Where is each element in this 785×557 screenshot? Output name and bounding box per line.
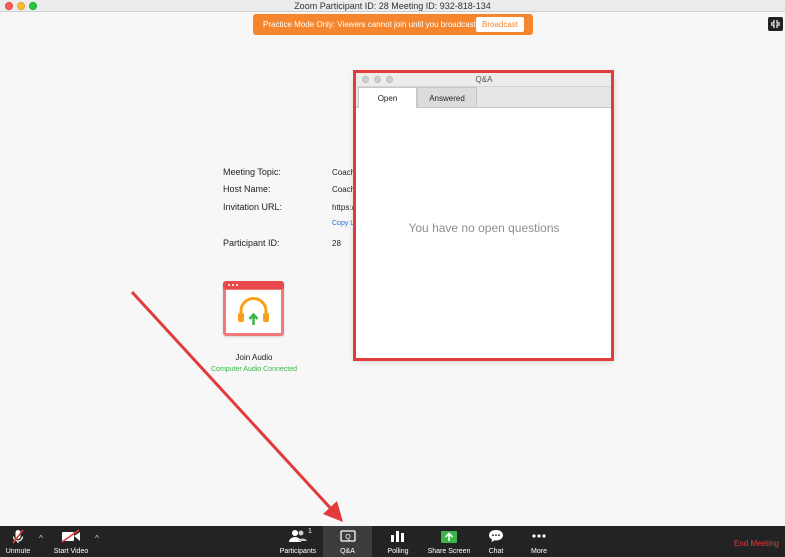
- annotation-arrow: [130, 290, 343, 522]
- microphone-muted-icon: [12, 529, 24, 544]
- unmute-label: Unmute: [5, 548, 31, 555]
- svg-text:Q: Q: [345, 534, 351, 541]
- video-off-icon: [61, 529, 80, 543]
- polling-icon: [391, 531, 404, 542]
- participants-icon: [289, 530, 307, 542]
- audio-options-caret-icon[interactable]: ^: [39, 534, 43, 543]
- more-icon: [532, 534, 546, 538]
- end-meeting-button[interactable]: End Meeting: [734, 539, 779, 548]
- video-options-caret-icon[interactable]: ^: [95, 534, 99, 543]
- more-label: More: [531, 548, 547, 555]
- chat-button[interactable]: Chat: [482, 526, 510, 557]
- participants-count-badge: 1: [308, 528, 312, 535]
- unmute-button[interactable]: Unmute: [0, 526, 36, 557]
- more-button[interactable]: More: [525, 526, 553, 557]
- chat-icon: [489, 530, 503, 542]
- chat-label: Chat: [488, 548, 504, 555]
- share-screen-button[interactable]: Share Screen: [424, 526, 474, 557]
- qa-label: Q&A: [340, 548, 355, 555]
- qa-icon: Q: [339, 530, 356, 542]
- share-screen-icon: [441, 531, 457, 543]
- qa-button[interactable]: Q Q&A: [323, 526, 372, 557]
- start-video-button[interactable]: Start Video: [50, 526, 92, 557]
- start-video-label: Start Video: [53, 548, 89, 555]
- share-screen-label: Share Screen: [427, 548, 471, 555]
- participants-label: Participants: [279, 548, 317, 555]
- polling-label: Polling: [387, 548, 409, 555]
- participants-button[interactable]: 1 Participants: [277, 526, 319, 557]
- polling-button[interactable]: Polling: [382, 526, 414, 557]
- meeting-toolbar: Unmute ^ Start Video ^ 1 Participants Q …: [0, 526, 785, 557]
